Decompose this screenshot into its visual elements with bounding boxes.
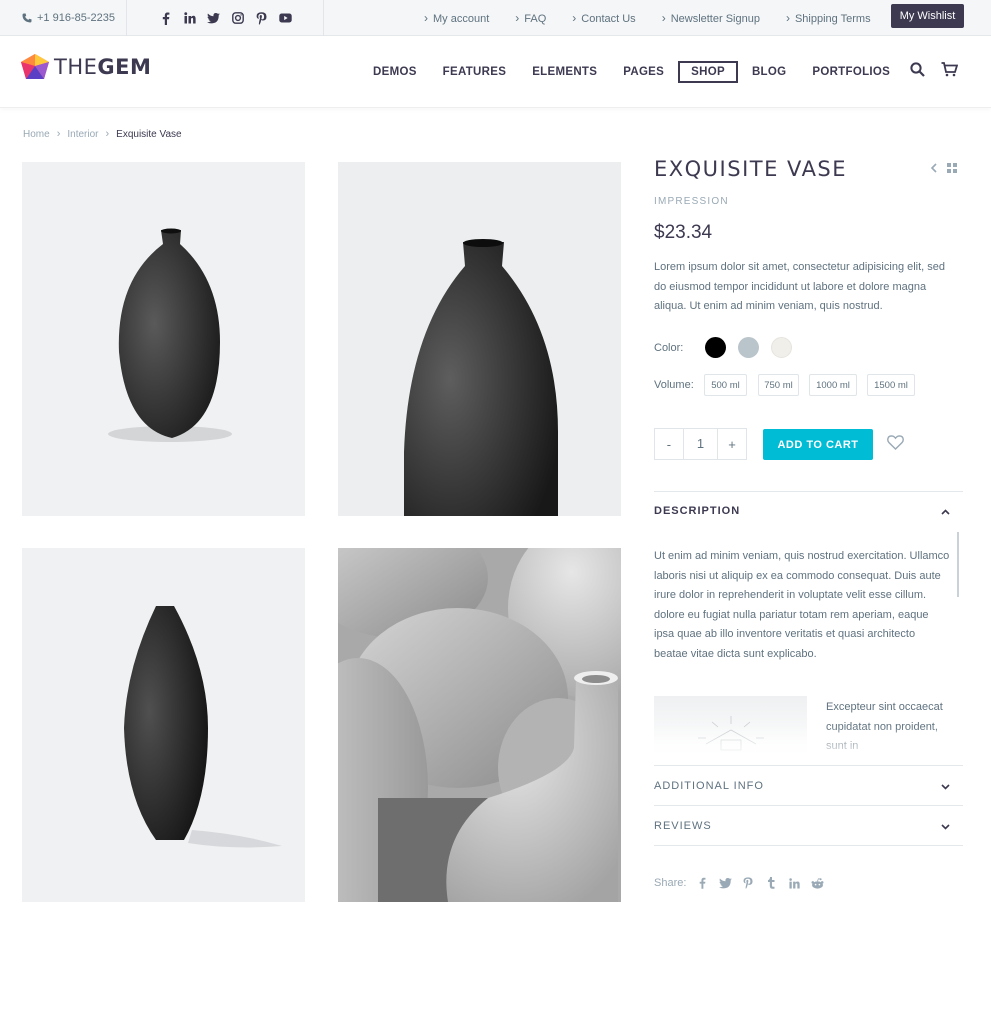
header-icons [910, 62, 958, 77]
chevron-right-icon: › [105, 128, 110, 140]
tumblr-icon[interactable] [764, 876, 778, 890]
add-to-cart-button[interactable]: ADD TO CART [763, 429, 873, 460]
instagram-icon[interactable] [230, 11, 245, 26]
search-icon[interactable] [910, 62, 925, 77]
accordion-description-title[interactable]: DESCRIPTION [654, 505, 740, 517]
chevron-down-icon[interactable] [941, 784, 950, 790]
color-swatch-black[interactable] [705, 337, 726, 358]
nav-demos[interactable]: DEMOS [360, 61, 430, 83]
phone-icon [22, 13, 32, 23]
chevron-down-icon[interactable] [941, 824, 950, 830]
color-label: Color: [654, 342, 684, 354]
linkedin-icon[interactable] [787, 876, 801, 890]
share-bar: Share: [654, 876, 824, 890]
my-account-link[interactable]: My account [424, 11, 489, 25]
product-price: $23.34 [654, 222, 713, 243]
top-links: My account FAQ Contact Us Newsletter Sig… [424, 0, 897, 36]
volume-label: Volume: [654, 379, 694, 391]
quantity-decrease-button[interactable]: - [655, 437, 683, 452]
site-header: THEGEM DEMOS FEATURES ELEMENTS PAGES SHO… [0, 36, 991, 108]
product-image-2[interactable] [338, 162, 621, 516]
product-category[interactable]: IMPRESSION [654, 196, 729, 207]
nav-portfolios[interactable]: PORTFOLIOS [799, 61, 903, 83]
color-swatch-grey[interactable] [738, 337, 759, 358]
cart-icon[interactable] [941, 62, 958, 77]
accordion-reviews-title[interactable]: REVIEWS [654, 820, 712, 832]
description-fade [654, 726, 963, 762]
divider [654, 491, 963, 492]
nav-shop[interactable]: SHOP [678, 61, 738, 83]
quantity-input[interactable]: 1 [682, 429, 719, 459]
divider [654, 805, 963, 806]
site-logo[interactable]: THEGEM [20, 53, 151, 81]
linkedin-icon[interactable] [182, 11, 197, 26]
twitter-icon[interactable] [718, 876, 732, 890]
description-text: Ut enim ad minim veniam, quis nostrud ex… [654, 550, 950, 660]
color-swatch-cream[interactable] [771, 337, 792, 358]
product-image-4[interactable] [338, 548, 621, 902]
chevron-right-icon: › [56, 128, 61, 140]
logo-wordmark-bold: GEM [97, 55, 152, 79]
gem-logo-icon [21, 54, 49, 79]
phone-contact[interactable]: +1 916-85-2235 [22, 0, 115, 36]
twitter-icon[interactable] [206, 11, 221, 26]
pinterest-icon[interactable] [741, 876, 755, 890]
shipping-terms-link[interactable]: Shipping Terms [786, 11, 871, 25]
newsletter-signup-link[interactable]: Newsletter Signup [662, 11, 760, 25]
product-title: EXQUISITE VASE [654, 157, 848, 181]
heart-icon[interactable] [887, 435, 904, 450]
pinterest-icon[interactable] [254, 11, 269, 26]
description-scrollbar[interactable] [957, 532, 959, 597]
breadcrumb: Home › Interior › Exquisite Vase [23, 128, 182, 140]
youtube-icon[interactable] [278, 11, 293, 26]
chevron-left-icon[interactable] [930, 163, 937, 173]
reddit-icon[interactable] [810, 876, 824, 890]
quantity-stepper: - 1 + [654, 428, 747, 460]
nav-blog[interactable]: BLOG [739, 61, 799, 83]
breadcrumb-interior[interactable]: Interior [67, 129, 98, 140]
phone-number: +1 916-85-2235 [37, 12, 115, 24]
social-links [158, 0, 293, 36]
chevron-up-icon[interactable] [941, 509, 950, 515]
breadcrumb-home[interactable]: Home [23, 129, 50, 140]
grid-icon[interactable] [947, 163, 957, 173]
quantity-increase-button[interactable]: + [718, 437, 746, 452]
logo-wordmark: THEGEM [54, 55, 151, 79]
main-nav: DEMOS FEATURES ELEMENTS PAGES SHOP BLOG … [360, 36, 903, 108]
breadcrumb-current: Exquisite Vase [116, 128, 182, 140]
nav-elements[interactable]: ELEMENTS [519, 61, 610, 83]
product-short-description: Lorem ipsum dolor sit amet, consectetur … [654, 261, 946, 312]
share-label: Share: [654, 877, 687, 889]
divider [323, 0, 324, 36]
accordion-additional-info-title[interactable]: ADDITIONAL INFO [654, 780, 764, 792]
contact-us-link[interactable]: Contact Us [572, 11, 635, 25]
facebook-icon[interactable] [695, 876, 709, 890]
volume-option-1000[interactable]: 1000 ml [809, 374, 857, 396]
product-image-1[interactable] [22, 162, 305, 516]
volume-option-750[interactable]: 750 ml [758, 374, 799, 396]
divider [654, 845, 963, 846]
divider [126, 0, 127, 36]
volume-option-500[interactable]: 500 ml [704, 374, 747, 396]
volume-option-1500[interactable]: 1500 ml [867, 374, 915, 396]
faq-link[interactable]: FAQ [515, 11, 546, 25]
nav-pages[interactable]: PAGES [610, 61, 677, 83]
facebook-icon[interactable] [158, 11, 173, 26]
divider [654, 765, 963, 766]
nav-features[interactable]: FEATURES [430, 61, 520, 83]
top-bar: +1 916-85-2235 My account FAQ Contact Us… [0, 0, 991, 36]
product-image-3[interactable] [22, 548, 305, 902]
product-navigation [930, 163, 957, 173]
logo-wordmark-light: THE [54, 55, 98, 79]
my-wishlist-button[interactable]: My Wishlist [891, 4, 964, 28]
